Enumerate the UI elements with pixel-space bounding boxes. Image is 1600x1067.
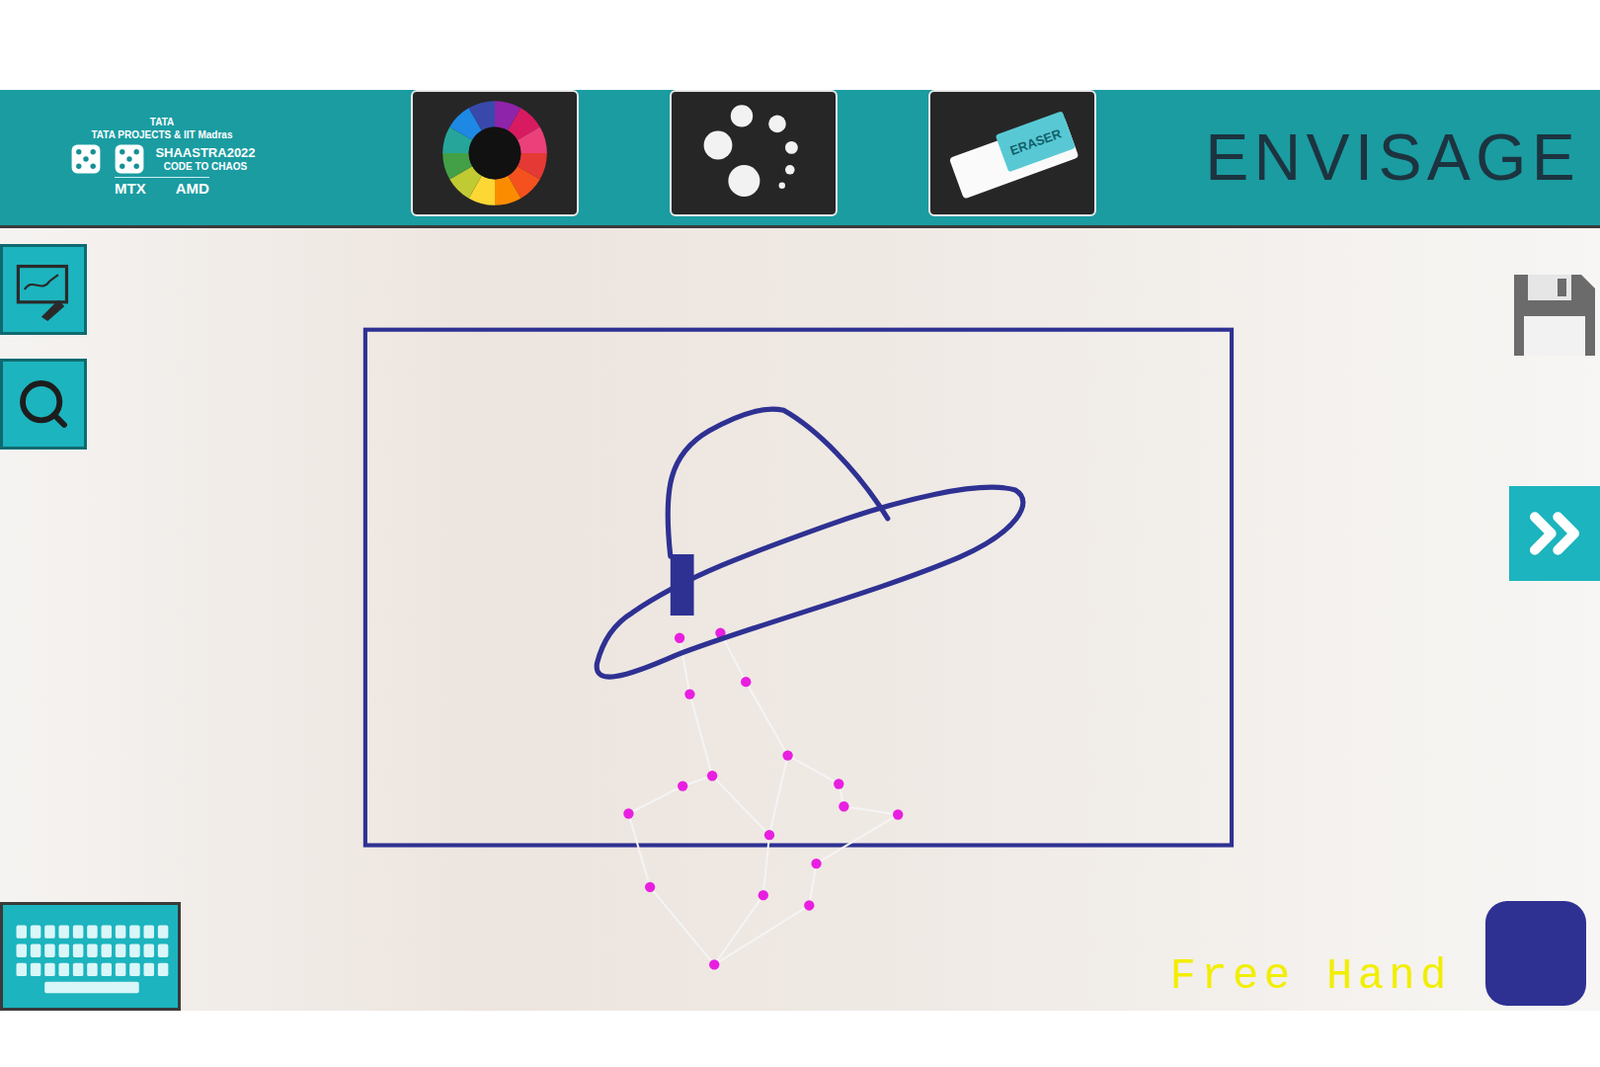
zoom-button[interactable] [0,358,87,450]
bottom-margin [0,1010,1600,1067]
keyboard-icon [7,913,174,999]
camera-feed [0,228,1600,1011]
hat-drawing [596,408,1024,677]
board-button[interactable] [0,243,87,335]
overlay-layout: Free Hand [0,228,1600,1011]
brush-size-icon [674,98,833,208]
logo-partners: TATA PROJECTS & IIT Madras [91,129,234,143]
logo-tagline: CODE TO CHAOS [163,160,247,174]
next-button[interactable] [1509,485,1600,581]
eraser-icon: ERASER [933,98,1092,208]
app-title: ENVISAGE [1204,108,1587,207]
keyboard-button[interactable] [0,901,181,1011]
toolbar: TATATATA PROJECTS & IIT MadrasSHAASTRA20… [0,89,1600,229]
double-chevron-icon [1515,493,1595,573]
left-toolbar [0,228,181,1011]
drawing-canvas[interactable] [0,228,1600,1011]
status-row: Free Hand [1170,900,1600,1006]
right-toolbar: Free Hand [1170,228,1600,1011]
top-margin [0,0,1600,90]
board-pen-icon [11,257,76,321]
canvas-area: Free Hand [0,228,1600,1011]
svg-text:ERASER: ERASER [1008,125,1065,159]
dice-icon [111,141,148,177]
dice-icon [68,141,104,177]
size-button[interactable] [669,89,838,217]
sponsor-name: AMD [175,179,210,199]
color-wheel-icon [440,98,550,208]
magnifier-icon [15,376,72,432]
logo: TATATATA PROJECTS & IIT MadrasSHAASTRA20… [13,116,311,199]
logo-event: SHAASTRA2022CODE TO CHAOS [68,141,255,177]
color-button[interactable] [410,89,579,217]
logo-sponsors: MTX AMD [114,176,210,199]
logo-brand: TATA [150,116,174,130]
drawing-frame [365,329,1232,846]
app: TATATATA PROJECTS & IIT MadrasSHAASTRA20… [0,0,1600,1067]
sponsor-name: MTX [114,179,147,199]
save-button[interactable] [1509,268,1600,361]
pointer-cursor [670,554,695,616]
hand-landmarks [623,627,903,969]
eraser-button[interactable]: ERASER [928,89,1097,217]
logo-event-name: SHAASTRA2022 [155,145,255,161]
current-color-swatch [1485,900,1587,1006]
mode-label: Free Hand [1170,954,1452,1006]
tool-group: ERASER [410,89,1097,217]
floppy-disk-icon [1510,270,1600,360]
